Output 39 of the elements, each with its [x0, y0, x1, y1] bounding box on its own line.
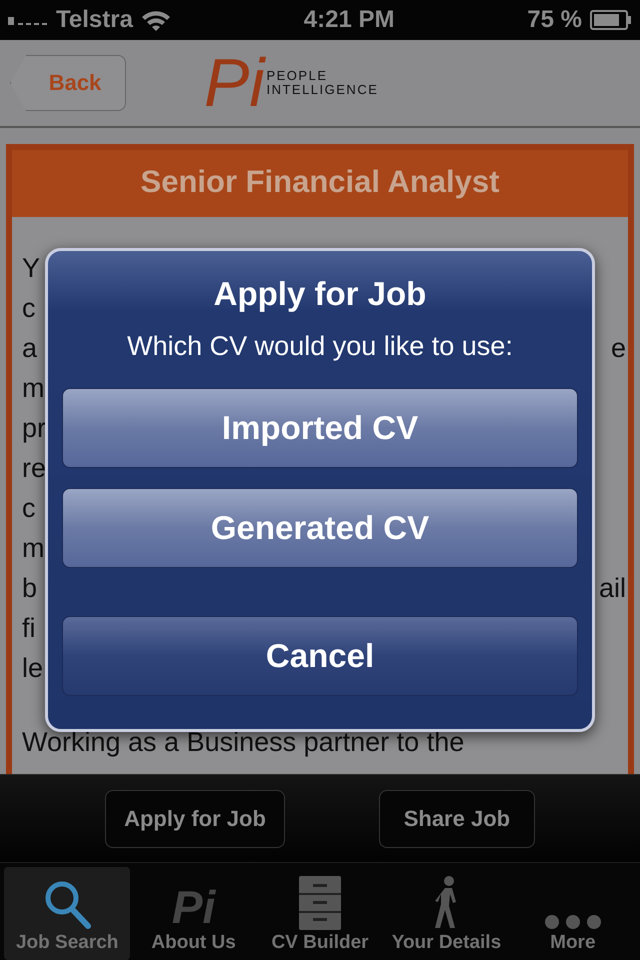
carrier-name: Telstra: [56, 6, 133, 34]
alert-title: Apply for Job: [214, 275, 426, 313]
text-fragment: c: [22, 492, 36, 524]
logo-text: INTELLIGENCE: [266, 83, 378, 97]
logo-text: PEOPLE: [266, 69, 328, 83]
text-fragment: m: [22, 532, 44, 564]
tab[interactable]: More: [510, 867, 636, 960]
battery-icon: [590, 10, 632, 30]
wifi-icon: [140, 9, 171, 31]
logo-icon: Pi: [172, 884, 216, 930]
job-description: Working as a Business partner to the: [21, 726, 466, 759]
text-fragment: ail: [598, 572, 626, 604]
text-fragment: le: [22, 652, 44, 684]
tab[interactable]: Pi About Us: [130, 867, 257, 960]
tab[interactable]: CV Builder: [256, 867, 384, 960]
text-fragment: fi: [22, 612, 36, 644]
alert-button[interactable]: Imported CV: [62, 388, 578, 468]
alert-message: Which CV would you like to use:: [127, 331, 513, 362]
toolbar-button[interactable]: Share Job: [378, 790, 535, 848]
alert-button[interactable]: Cancel: [62, 616, 578, 696]
text-fragment: pr: [22, 412, 46, 444]
cabinet-icon: [299, 876, 342, 930]
signal-icon: [8, 15, 48, 25]
text-fragment: b: [22, 572, 38, 604]
text-fragment: re: [22, 452, 46, 484]
text-fragment: m: [22, 372, 44, 404]
more-icon: [544, 914, 602, 930]
logo-mark: Pi: [204, 49, 264, 117]
job-title: Senior Financial Analyst: [12, 150, 628, 217]
alert-button[interactable]: Generated CV: [62, 488, 578, 568]
text-fragment: a: [22, 332, 38, 364]
tab[interactable]: Job Search: [4, 867, 130, 960]
text-fragment: Y: [22, 252, 40, 284]
clock-time: 4:21 PM: [304, 6, 394, 34]
text-fragment: c: [22, 292, 36, 324]
toolbar-button[interactable]: Apply for Job: [105, 790, 285, 848]
tab[interactable]: Your Details: [383, 867, 510, 960]
text-fragment: e: [610, 332, 626, 364]
battery-percent: 75 %: [527, 6, 582, 34]
